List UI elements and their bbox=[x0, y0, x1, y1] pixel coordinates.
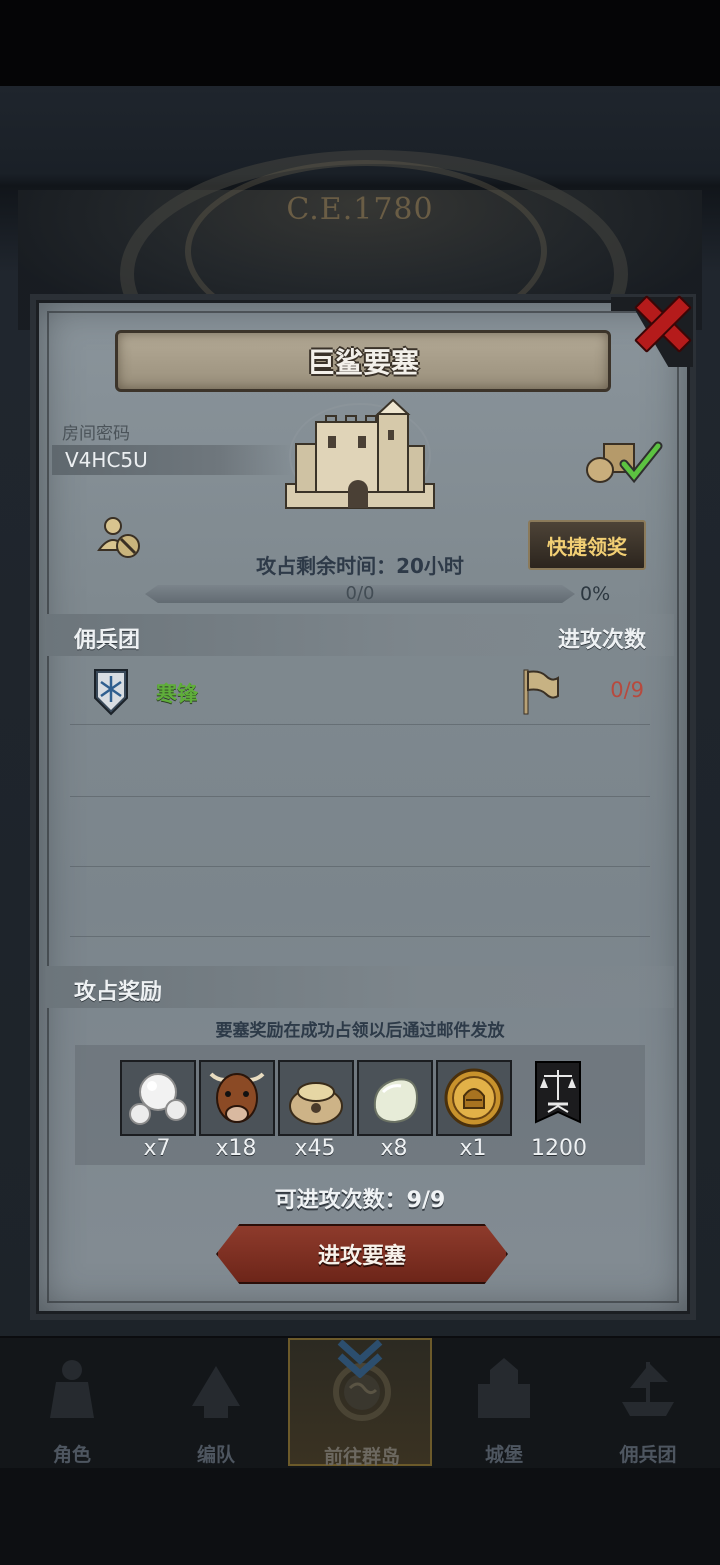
formation-icon bbox=[192, 1366, 240, 1418]
castle-icon bbox=[478, 1358, 530, 1418]
cow-icon bbox=[209, 1072, 265, 1123]
character-icon bbox=[50, 1360, 94, 1418]
chevron-down-icon bbox=[337, 1339, 383, 1378]
reward-item-cow[interactable] bbox=[199, 1060, 275, 1136]
occupy-progress-text: 0/0 bbox=[345, 583, 375, 604]
reward-item-justice-banner[interactable] bbox=[522, 1060, 594, 1132]
attacks-header: 进攻次数 bbox=[557, 628, 646, 653]
nav-label: 编队 bbox=[196, 1444, 235, 1466]
reward-item-grain-sack[interactable] bbox=[278, 1060, 354, 1136]
gold-helmet-coin-icon bbox=[444, 1068, 504, 1128]
reward-qty: x45 bbox=[294, 1136, 336, 1161]
nav-mercenary[interactable]: 佣兵团 bbox=[576, 1338, 720, 1466]
nav-castle[interactable]: 城堡 bbox=[432, 1338, 576, 1466]
mercenary-header: 佣兵团 bbox=[74, 628, 141, 653]
row-divider bbox=[70, 796, 650, 797]
dialog-title: 巨鲨要塞 bbox=[306, 346, 419, 379]
snowflake-shield-icon bbox=[94, 669, 128, 716]
rewards-note: 要塞奖励在成功占领以后通过邮件发放 bbox=[215, 1021, 505, 1041]
nav-character[interactable]: 角色 bbox=[0, 1338, 144, 1466]
nav-label: 佣兵团 bbox=[619, 1444, 677, 1466]
available-attack-count: 可进攻次数：9/9 bbox=[274, 1188, 446, 1213]
mercenary-attack-count: 0/9 bbox=[610, 678, 644, 702]
room-code: V4HC5U bbox=[65, 448, 148, 472]
grain-sack-icon bbox=[289, 1082, 343, 1125]
room-password-label: 房间密码 bbox=[62, 424, 130, 444]
reward-qty: x18 bbox=[215, 1136, 257, 1161]
nav-label: 角色 bbox=[52, 1444, 91, 1466]
row-divider bbox=[70, 724, 650, 725]
row-divider bbox=[70, 866, 650, 867]
nav-label: 前往群岛 bbox=[323, 1446, 400, 1468]
fortress-castle-icon bbox=[285, 398, 435, 509]
occupy-remaining-time: 攻占剩余时间：20小时 bbox=[256, 554, 464, 578]
flag-icon bbox=[523, 669, 559, 715]
rewards-header: 攻占奖励 bbox=[74, 980, 163, 1005]
reward-item-gold-medal[interactable] bbox=[436, 1060, 512, 1136]
reward-qty: 1200 bbox=[531, 1136, 587, 1161]
justice-banner-icon bbox=[535, 1061, 581, 1124]
mercenary-name[interactable]: 寒锋 bbox=[156, 678, 198, 708]
attack-fortress-button[interactable]: 进攻要塞 bbox=[216, 1224, 508, 1284]
bottom-safe-area bbox=[0, 1468, 720, 1565]
nav-label: 城堡 bbox=[484, 1444, 523, 1466]
pearls-icon bbox=[129, 1073, 187, 1125]
close-button[interactable] bbox=[634, 295, 692, 353]
attack-fortress-label: 进攻要塞 bbox=[317, 1244, 406, 1269]
white-stone-icon bbox=[373, 1078, 419, 1124]
era-label: C.E.1780 bbox=[286, 192, 434, 227]
occupy-progress-percent: 0% bbox=[580, 583, 611, 605]
reward-item-pearls[interactable] bbox=[120, 1060, 196, 1136]
nav-formation[interactable]: 编队 bbox=[144, 1338, 288, 1466]
row-divider bbox=[70, 936, 650, 937]
reward-qty: x7 bbox=[143, 1136, 171, 1161]
reward-item-white-stone[interactable] bbox=[357, 1060, 433, 1136]
reward-qty: x1 bbox=[459, 1136, 487, 1161]
reward-qty: x8 bbox=[380, 1136, 408, 1161]
claim-bag-check-icon bbox=[586, 441, 663, 484]
title-banner: 巨鲨要塞 bbox=[115, 330, 611, 392]
status-bar bbox=[0, 0, 720, 86]
ship-icon bbox=[622, 1362, 674, 1416]
